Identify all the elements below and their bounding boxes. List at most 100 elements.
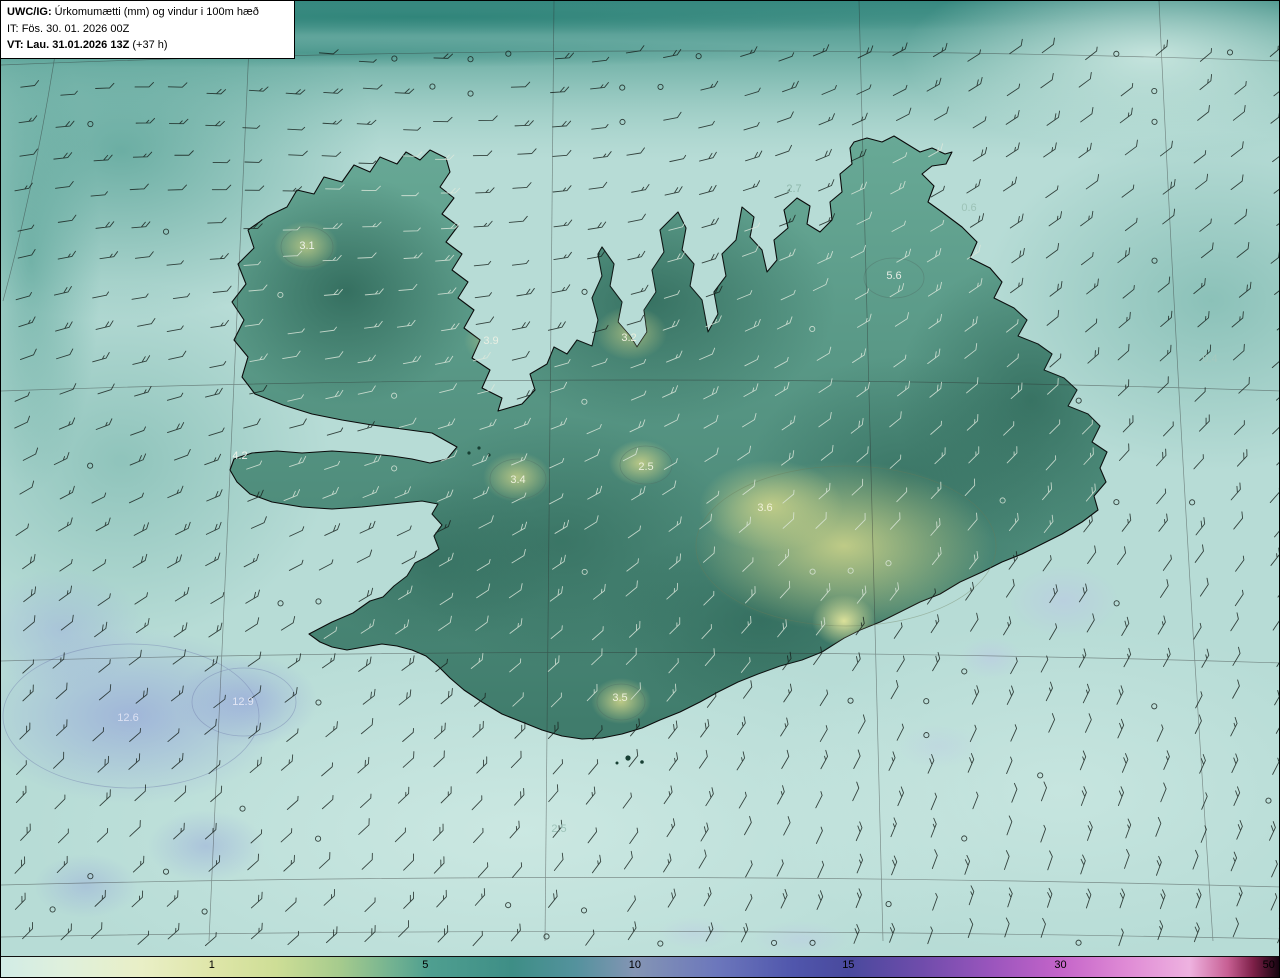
valid-offset: (+37 h) [132, 39, 168, 51]
title-box: UWC/IG: Úrkomumætti (mm) og vindur i 100… [1, 1, 295, 59]
wind-barb-icon [14, 856, 26, 874]
colorbar-tick: 15 [842, 959, 855, 971]
wind-barb-icon [701, 252, 719, 264]
wind-barb-icon [1158, 513, 1168, 532]
wind-barb-icon [587, 221, 607, 230]
wind-barb-icon [516, 287, 535, 297]
wind-barb-icon [15, 785, 27, 803]
wind-barb-icon [474, 292, 492, 299]
wind-barb-icon [511, 350, 530, 361]
wind-barb-icon [358, 587, 374, 602]
wind-barb-icon [701, 217, 719, 229]
precip-label: 12.6 [117, 712, 138, 724]
wind-barb-icon [742, 180, 761, 192]
wind-barb-icon [818, 179, 835, 192]
precip-label: 0.4 [1202, 353, 1217, 365]
colorbar-tick: 50 [1262, 959, 1275, 971]
wind-barb-icon [1117, 546, 1127, 565]
wind-barb-icon [512, 321, 531, 331]
wind-barb-icon [1230, 612, 1239, 632]
wind-barb-icon [475, 316, 495, 325]
precip-label: 2.5 [551, 823, 566, 835]
precip-label: 12.9 [232, 696, 253, 708]
precip-label: 0.6 [961, 202, 976, 214]
wind-barb-icon [1199, 577, 1209, 597]
wind-barb-icon [552, 185, 572, 193]
wind-barb-icon [1235, 555, 1245, 572]
init-label: IT: [7, 22, 19, 35]
wind-barb-icon [1230, 482, 1241, 501]
wind-barb-icon [630, 284, 649, 295]
precip-label: 2.7 [786, 183, 801, 195]
weather-map-page: 3.1 2.7 0.6 5.6 3.9 3.2 0.4 4.2 3.4 2.5 3.6 3.5 12.9… [0, 0, 1280, 978]
wind-barb-icon [627, 213, 646, 223]
wind-barb-icon [359, 520, 376, 534]
wind-barb-icon [553, 251, 572, 261]
map-title: Úrkomumætti (mm) og vindur i 100m hæð [54, 6, 259, 18]
init-time: Fös. 30. 01. 2026 00Z [21, 22, 130, 35]
precip-label: 5.6 [886, 270, 901, 282]
wind-barb-icon [318, 559, 334, 571]
wind-barb-icon [1195, 517, 1206, 536]
wind-barb-icon [551, 284, 571, 294]
wind-barb-icon [1194, 544, 1204, 563]
title-line: UWC/IG: Úrkomumætti (mm) og vindur i 100… [7, 4, 288, 21]
wind-barb-icon [966, 179, 981, 194]
calm-wind-icon [1189, 499, 1196, 506]
valid-time: Lau. 31.01.2026 13Z [26, 39, 130, 51]
colorbar: 1 5 10 15 30 50 [1, 956, 1279, 977]
colorbar-tick: 5 [422, 959, 429, 971]
wind-barb-icon [1233, 511, 1244, 530]
wind-barb-icon [1234, 589, 1244, 607]
wind-barb-icon [1269, 487, 1279, 504]
wind-barb-icon [1272, 611, 1279, 631]
wind-barb-icon [698, 184, 717, 195]
wind-barb-icon [208, 622, 223, 638]
precip-label: 3.6 [757, 502, 772, 514]
wind-barb-icon [60, 923, 72, 941]
precip-label: 3.5 [612, 692, 627, 704]
calm-wind-icon [1113, 499, 1120, 506]
precip-label: 3.9 [483, 335, 498, 347]
precip-label: 3.2 [621, 332, 636, 344]
wind-barb-icon [1087, 545, 1097, 565]
wind-barb-icon [1270, 547, 1279, 566]
wind-barb-icon [1277, 923, 1279, 944]
valid-time-line: VT: Lau. 31.01.2026 13Z (+37 h) [7, 37, 288, 54]
wind-barb-icon [356, 549, 373, 563]
calm-wind-icon [277, 600, 284, 607]
wind-barb-icon [1160, 579, 1169, 598]
wind-barb-icon [626, 314, 645, 326]
wind-barb-icon [473, 260, 492, 267]
wind-barb-icon [1277, 579, 1279, 598]
wind-barb-icon [627, 250, 646, 261]
wind-barb-icon [1121, 513, 1132, 532]
wind-barb-icon [401, 550, 417, 565]
wind-barb-icon [588, 181, 608, 190]
wind-barb-icon [893, 622, 903, 639]
colorbar-tick: 30 [1054, 959, 1067, 971]
wind-barb-icon [324, 523, 341, 536]
wind-barb-icon [245, 617, 260, 632]
init-time-line: IT: Fös. 30. 01. 2026 00Z [7, 21, 288, 38]
precip-label: 2.5 [638, 461, 653, 473]
wind-barb-icon [511, 259, 530, 266]
colorbar-tick: 1 [208, 959, 215, 971]
precip-label: 3.1 [299, 240, 314, 252]
wind-barb-icon [1276, 647, 1279, 667]
calm-wind-icon [581, 288, 588, 295]
wind-barb-icon [326, 427, 344, 436]
calm-wind-icon [315, 598, 322, 605]
wind-barb-icon [664, 186, 683, 196]
wind-barb-icon [512, 182, 532, 189]
wind-barb-icon [1002, 176, 1017, 192]
wind-barb-icon [508, 215, 528, 223]
wind-barb-icon [547, 321, 566, 331]
wind-barb-icon [475, 187, 495, 194]
weather-map: 3.1 2.7 0.6 5.6 3.9 3.2 0.4 4.2 3.4 2.5 3.6 3.5 12.9… [1, 1, 1279, 977]
colorbar-tick: 10 [628, 959, 641, 971]
wind-barb-icon [1162, 554, 1172, 571]
model-label: UWC/IG: [7, 6, 52, 18]
wind-barb-icon [280, 616, 296, 631]
valid-label: VT: [7, 39, 24, 51]
